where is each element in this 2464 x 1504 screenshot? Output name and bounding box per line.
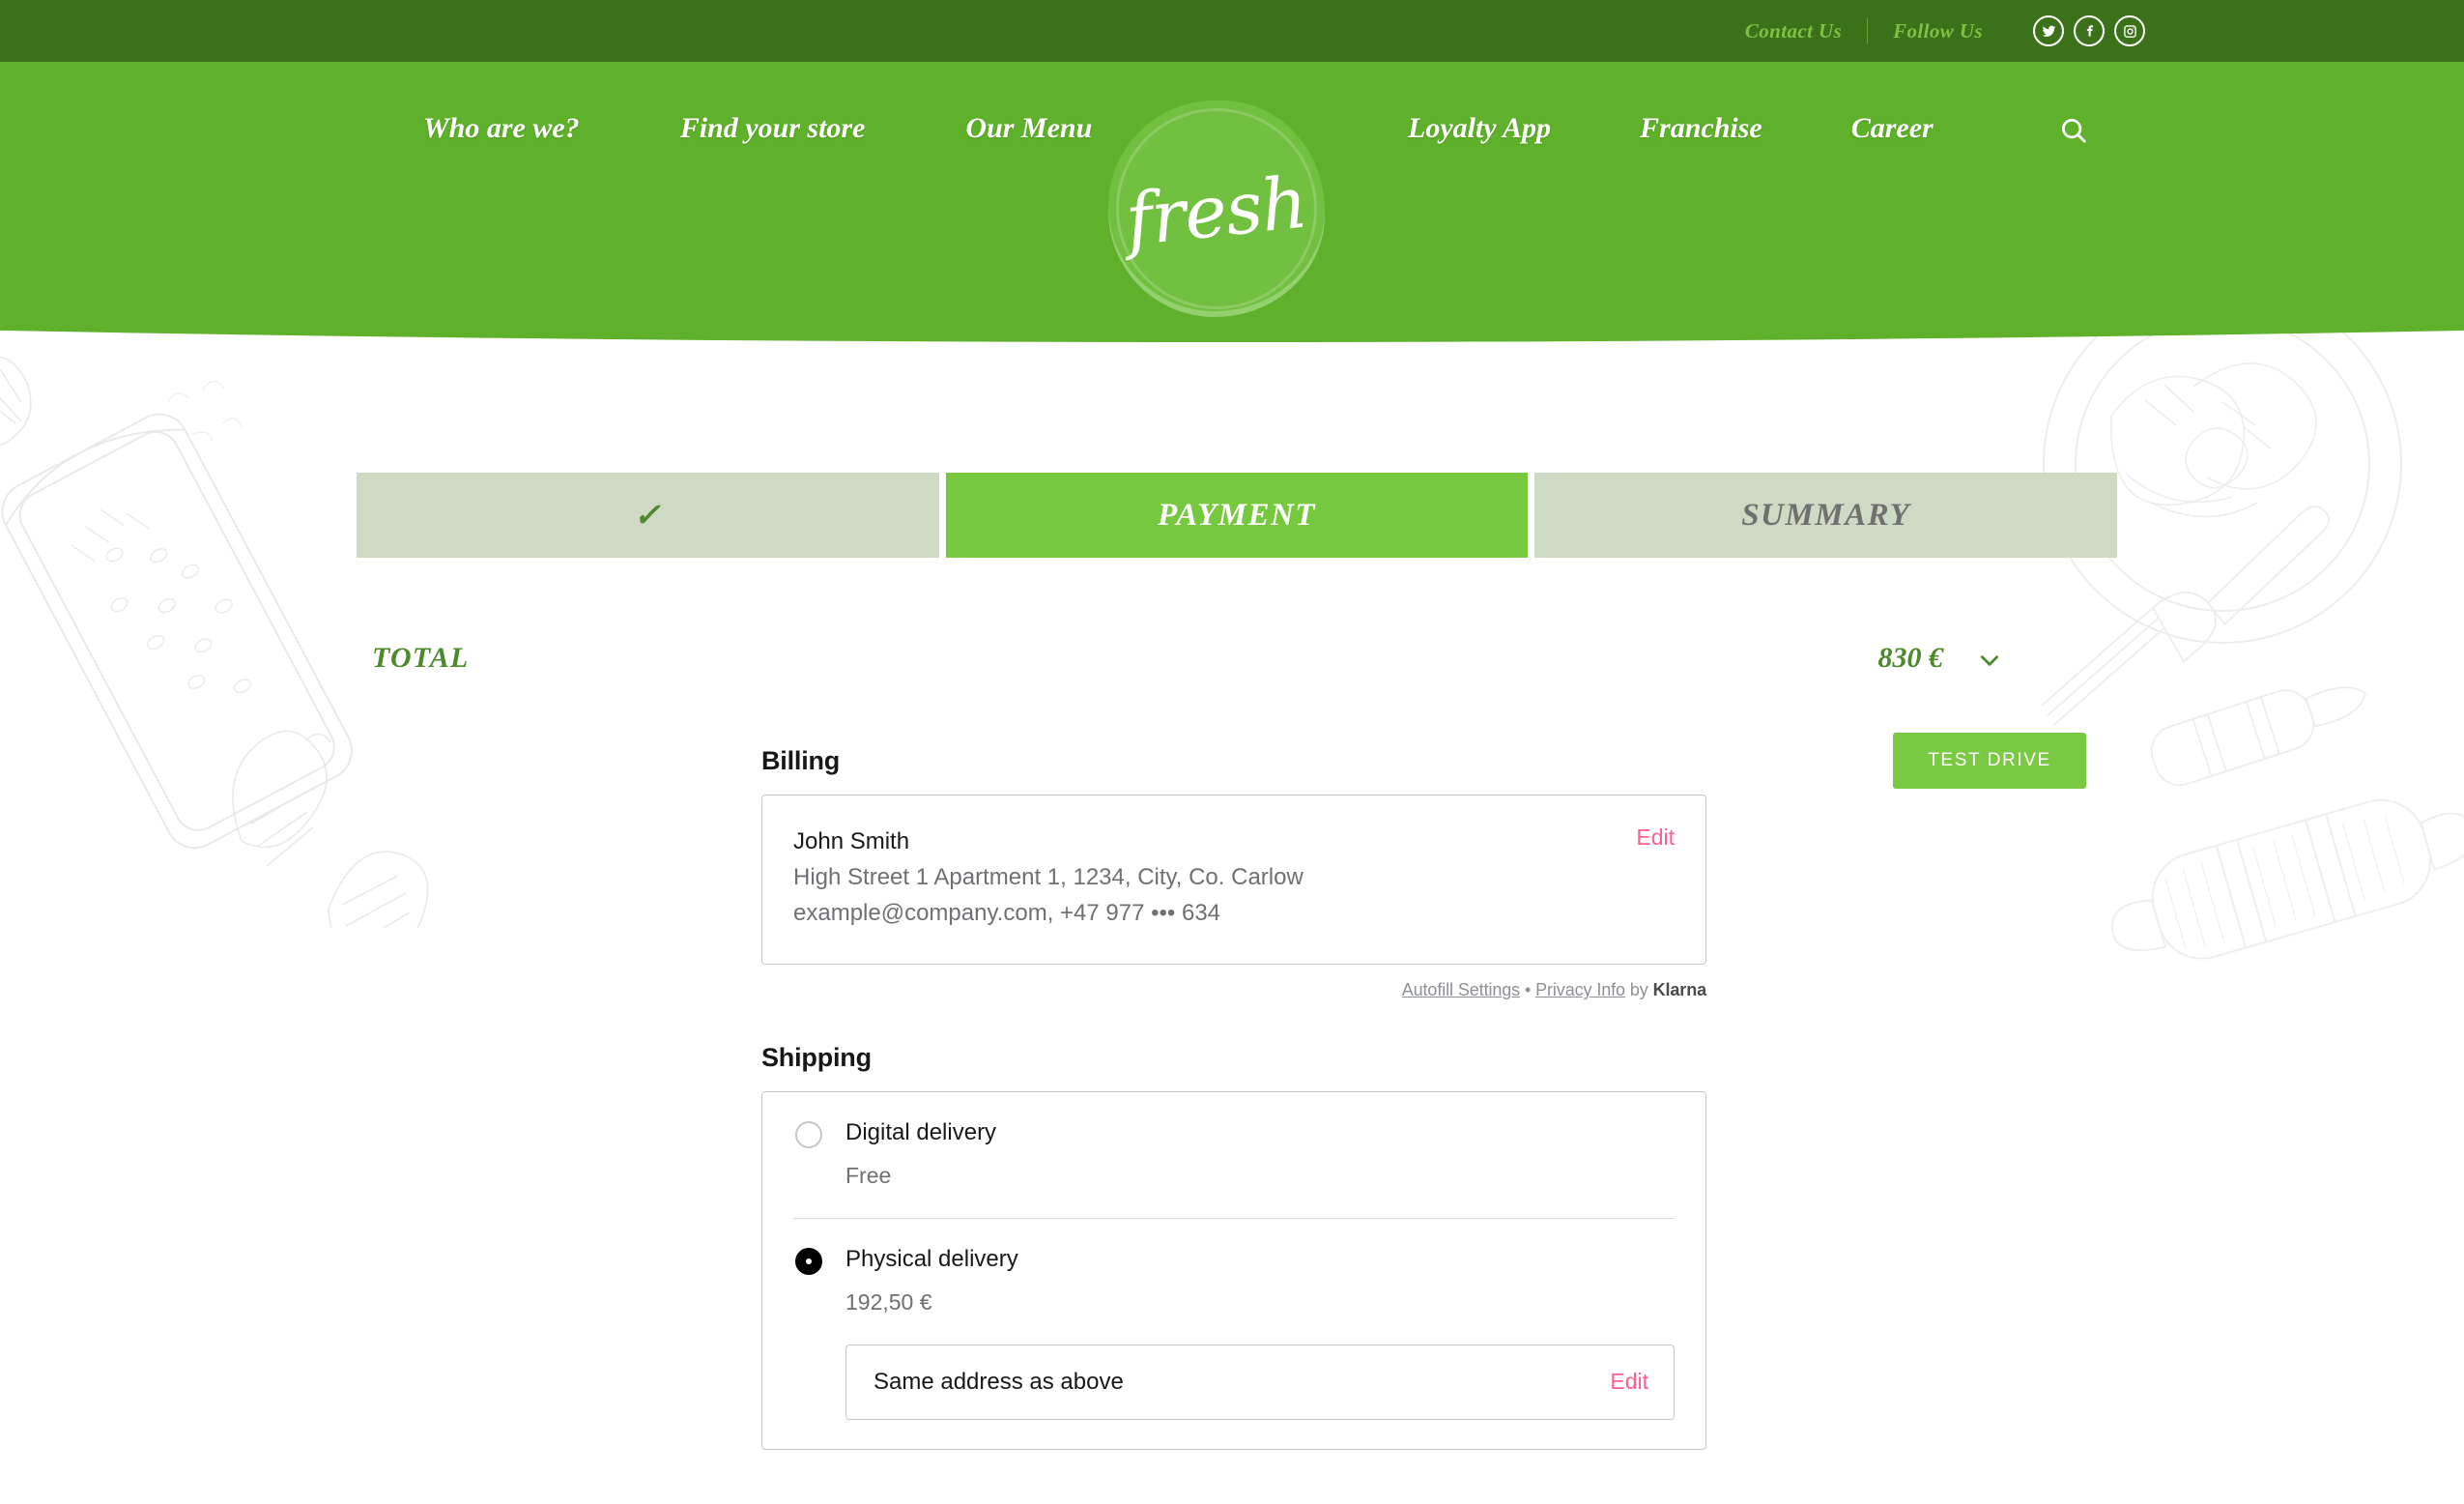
step-payment-label: PAYMENT [1158,497,1316,533]
nav-right-group: Loyalty App Franchise Career [1408,112,1934,145]
nav-item-franchise[interactable]: Franchise [1640,112,1762,145]
step-completed-check-icon: ✓ [633,499,662,534]
billing-name: John Smith [793,828,910,854]
nav-item-career[interactable]: Career [1851,112,1934,145]
nav-item-find-your-store[interactable]: Find your store [680,112,866,145]
chevron-down-icon[interactable] [1970,644,2009,677]
same-address-label: Same address as above [874,1368,1124,1395]
top-utility-bar-links: Contact Us Follow Us [1720,0,2145,62]
step-summary[interactable]: SUMMARY [1534,473,2118,558]
shipping-card: Digital delivery Free Physical delivery … [761,1091,1706,1450]
search-icon[interactable] [2053,110,2094,151]
step-delivery[interactable]: ✓ [357,473,939,558]
privacy-info-link[interactable]: Privacy Info [1535,980,1625,999]
step-summary-label: SUMMARY [1741,497,1911,533]
billing-card: John Smith High Street 1 Apartment 1, 12… [761,795,1706,966]
klarna-footer-by: by [1629,980,1648,1000]
nav-item-our-menu[interactable]: Our Menu [965,112,1092,145]
shipping-option-physical-title: Physical delivery [845,1246,1018,1273]
autofill-settings-link[interactable]: Autofill Settings [1402,980,1520,999]
plate-fork-sketch-illustration [2041,284,2402,787]
klarna-brand: Klarna [1652,980,1707,1000]
klarna-checkout-widget: Billing John Smith High Street 1 Apartme… [761,746,1706,1450]
top-utility-bar: Contact Us Follow Us [0,0,2464,62]
step-payment[interactable]: PAYMENT [945,473,1529,558]
shipping-section: Shipping Digital delivery Free Physical … [761,1043,1706,1450]
radio-physical-delivery[interactable] [795,1248,822,1276]
same-address-edit-link[interactable]: Edit [1610,1369,1648,1395]
logo-wordmark: fresh [1122,160,1311,263]
shipping-option-physical-price: 192,50 € [845,1288,932,1315]
instagram-icon[interactable] [2114,15,2145,46]
follow-us-link[interactable]: Follow Us [1868,19,2008,43]
nav-left-group: Who are we? Find your store Our Menu [423,112,1092,145]
shipping-option-digital[interactable]: Digital delivery Free [793,1092,1675,1218]
facebook-icon[interactable] [2074,15,2105,46]
twitter-icon[interactable] [2033,15,2064,46]
shipping-heading: Shipping [761,1043,872,1073]
checkout-steps: ✓ PAYMENT SUMMARY [357,473,2118,558]
shipping-option-physical[interactable]: Physical delivery 192,50 € Same address … [793,1218,1675,1449]
order-total-row: TOTAL 830 € [357,638,2117,694]
site-logo[interactable]: fresh [1108,101,1325,317]
klarna-footer-separator: • [1525,980,1532,1000]
billing-address: High Street 1 Apartment 1, 1234, City, C… [793,864,1304,890]
total-label: TOTAL [372,642,470,674]
klarna-footer: Autofill Settings • Privacy Info by Klar… [761,980,1706,1000]
nav-item-loyalty-app[interactable]: Loyalty App [1408,112,1551,145]
billing-edit-link[interactable]: Edit [1636,824,1675,851]
same-address-card: Same address as above Edit [845,1344,1675,1420]
test-drive-button[interactable]: TEST DRIVE [1893,733,2086,789]
grater-sketch-illustration [0,356,429,928]
nav-item-who-are-we[interactable]: Who are we? [423,112,580,145]
billing-heading: Billing [761,746,841,775]
shipping-option-digital-price: Free [845,1163,892,1189]
billing-contact: example@company.com, +47 977 ••• 634 [793,900,1221,927]
contact-us-link[interactable]: Contact Us [1720,19,1867,43]
napkin-sketch-illustration [2110,798,2464,960]
social-links [2033,15,2145,46]
radio-digital-delivery[interactable] [795,1121,822,1149]
shipping-option-digital-title: Digital delivery [845,1119,997,1146]
page-root: Contact Us Follow Us Who are we? Find yo… [0,0,2464,1504]
total-amount: 830 € [1877,642,1944,674]
